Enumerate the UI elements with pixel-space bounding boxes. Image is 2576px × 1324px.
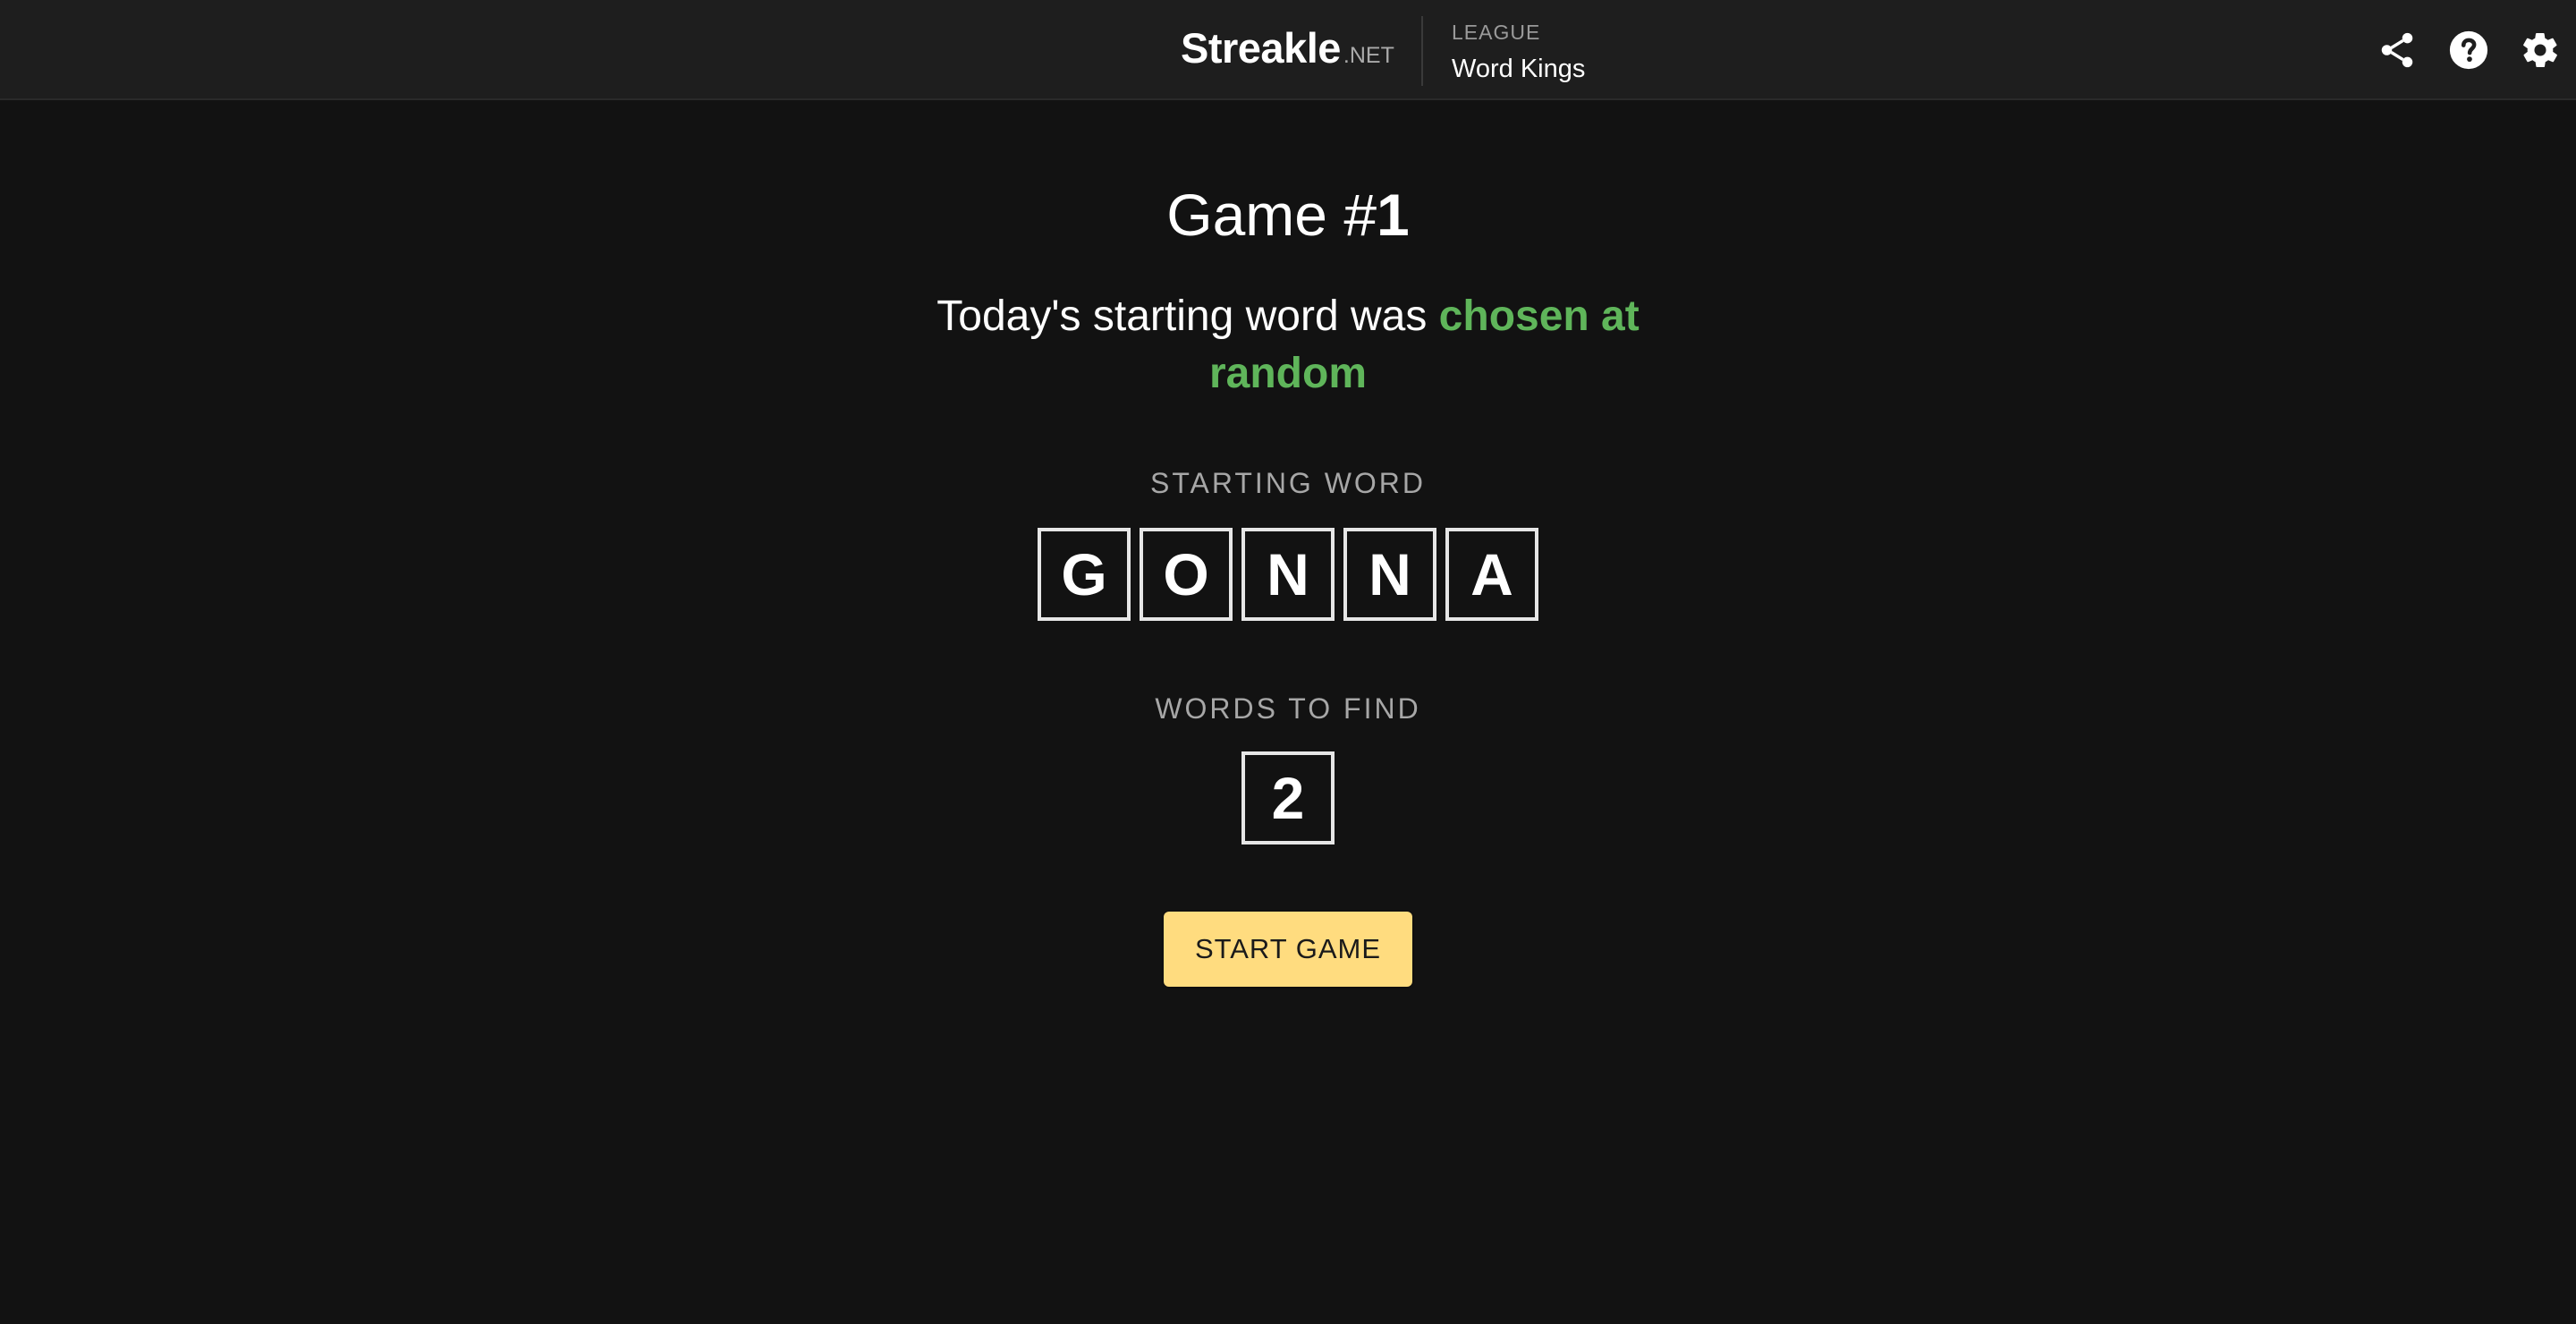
league-info: LEAGUE Word Kings: [1452, 20, 1585, 84]
game-title-prefix: Game #: [1166, 182, 1377, 248]
starting-word-label: STARTING WORD: [1149, 467, 1427, 499]
settings-icon: [2523, 33, 2557, 67]
league-label: LEAGUE: [1452, 21, 1541, 44]
letter-tile: A: [1445, 528, 1538, 621]
words-to-find-tiles: 2: [0, 751, 2576, 844]
brand-suffix: .NET: [1343, 43, 1394, 68]
share-button[interactable]: [2376, 29, 2419, 72]
brand-logo[interactable]: Streakle .NET: [1181, 23, 1394, 77]
settings-button[interactable]: [2519, 29, 2562, 72]
brand-name: Streakle: [1181, 24, 1341, 72]
starting-word-tiles: G O N N A: [0, 528, 2576, 621]
words-to-find-count: 2: [1241, 751, 1335, 844]
help-icon: [2449, 30, 2488, 70]
header-divider: [1421, 16, 1423, 86]
letter-tile: N: [1343, 528, 1436, 621]
words-to-find-label: WORDS TO FIND: [1155, 692, 1421, 725]
page: Streakle .NET LEAGUE Word Kings Game #1 …: [0, 0, 2576, 1324]
starting-word-tagline: Today's starting word was chosen at rand…: [930, 288, 1646, 403]
help-button[interactable]: [2447, 29, 2490, 72]
league-name: Word Kings: [1452, 55, 1586, 83]
tagline-prefix: Today's starting word was: [936, 293, 1439, 340]
letter-tile: N: [1241, 528, 1335, 621]
share-icon: [2381, 32, 2413, 68]
start-game-button[interactable]: START GAME: [1164, 912, 1412, 987]
game-number: 1: [1377, 182, 1410, 248]
letter-tile: O: [1140, 528, 1233, 621]
top-bar: Streakle .NET LEAGUE Word Kings: [0, 0, 2576, 100]
game-title: Game #1: [0, 179, 2576, 250]
letter-tile: G: [1038, 528, 1131, 621]
